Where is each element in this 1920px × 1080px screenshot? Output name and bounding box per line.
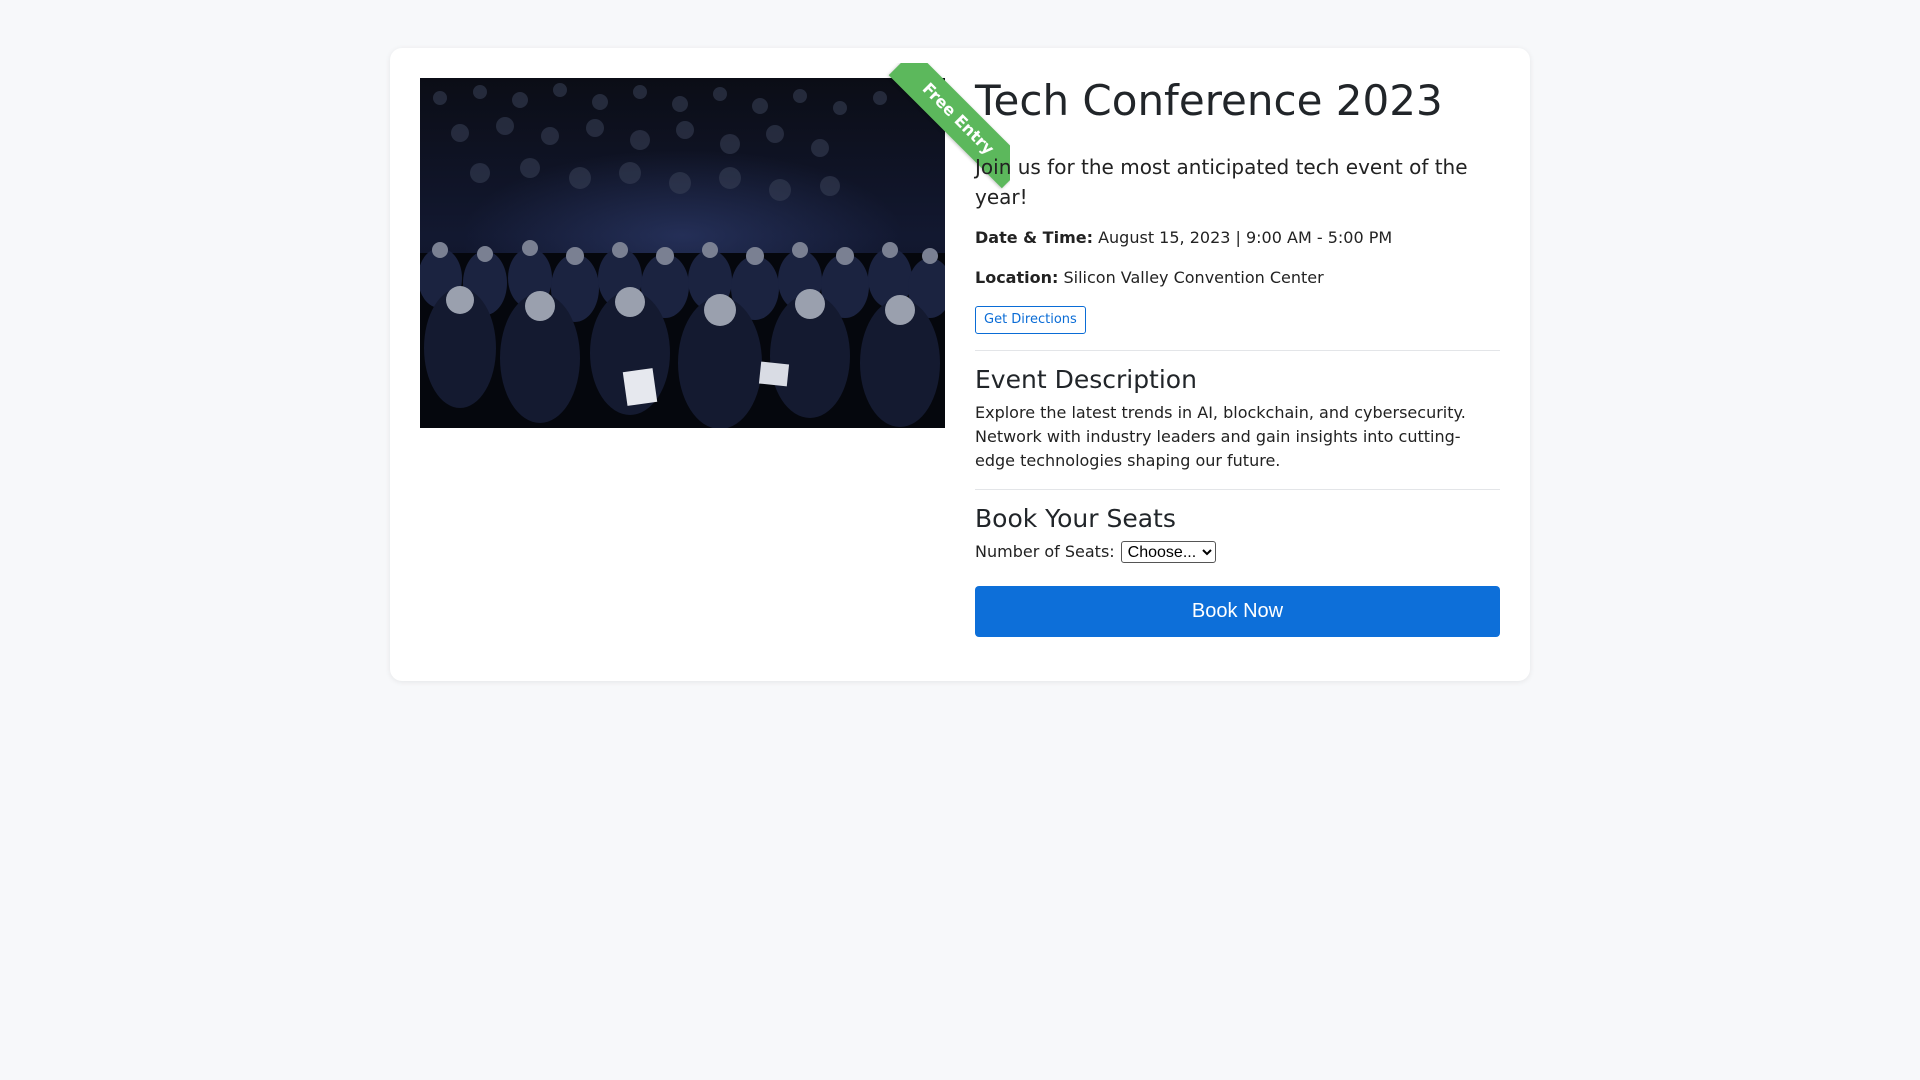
- date-time-value: August 15, 2023 | 9:00 AM - 5:00 PM: [1098, 228, 1393, 247]
- booking-heading: Book Your Seats: [975, 504, 1176, 533]
- location-label: Location:: [975, 268, 1059, 287]
- date-time-label: Date & Time:: [975, 228, 1093, 247]
- book-now-button[interactable]: Book Now: [975, 586, 1500, 637]
- event-image-container: [420, 78, 945, 428]
- location-value: Silicon Valley Convention Center: [1063, 268, 1324, 287]
- event-card: Free Entry Tech Conference 2023 Join us …: [390, 48, 1530, 681]
- seats-select[interactable]: Choose...: [1120, 541, 1216, 563]
- event-location: Location: Silicon Valley Convention Cent…: [975, 266, 1500, 290]
- event-photo: [420, 78, 945, 428]
- description-heading: Event Description: [975, 365, 1197, 394]
- event-date-time: Date & Time: August 15, 2023 | 9:00 AM -…: [975, 226, 1500, 250]
- description-text: Explore the latest trends in AI, blockch…: [975, 403, 1466, 470]
- seats-row: Number of Seats: Choose...: [975, 540, 1500, 564]
- audience-illustration: [420, 83, 945, 428]
- divider: [975, 350, 1500, 351]
- event-tagline: Join us for the most anticipated tech ev…: [975, 155, 1468, 209]
- event-title: Tech Conference 2023: [975, 76, 1443, 125]
- event-details: Tech Conference 2023 Join us for the mos…: [975, 78, 1500, 637]
- seats-label: Number of Seats:: [975, 542, 1115, 561]
- get-directions-button[interactable]: Get Directions: [975, 306, 1086, 334]
- divider: [975, 489, 1500, 490]
